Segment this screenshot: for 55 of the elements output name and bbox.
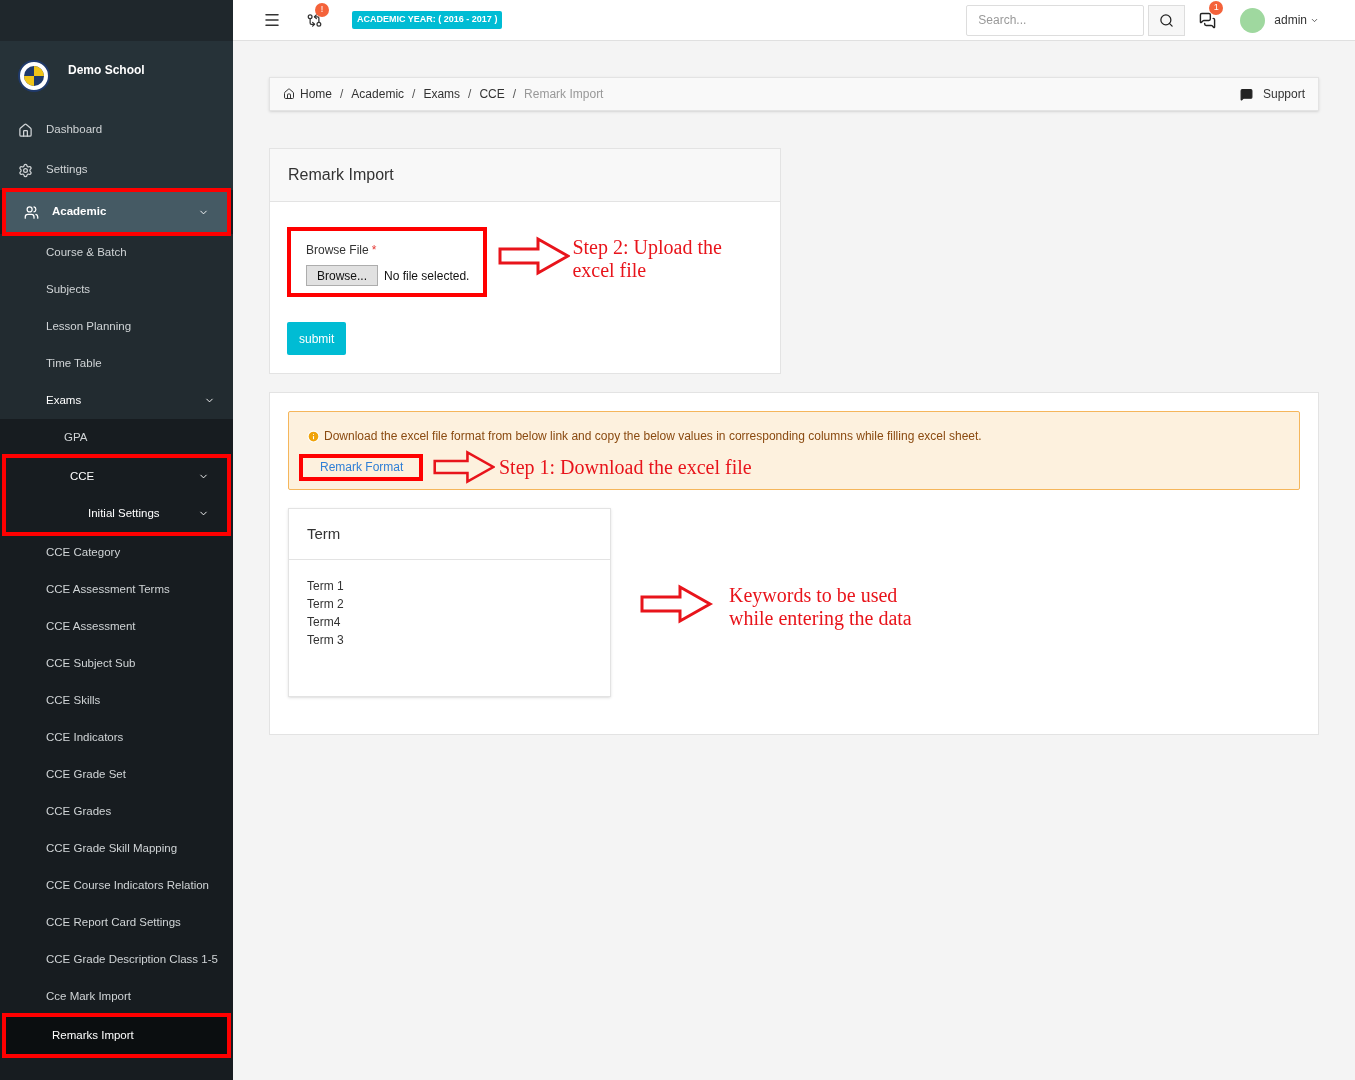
- panel-title: Term: [289, 509, 610, 560]
- annotation-text: Step 1: Download the excel file: [499, 455, 752, 479]
- sidebar-item[interactable]: Course & Batch: [0, 234, 233, 271]
- breadcrumb-separator: /: [468, 86, 472, 103]
- arrow-icon: [498, 236, 571, 276]
- search-field[interactable]: Search...: [966, 4, 1145, 36]
- sidebar-item[interactable]: Subjects: [0, 271, 233, 308]
- message-badge: 1: [1209, 0, 1224, 15]
- breadcrumb-separator: /: [340, 86, 344, 103]
- annotation-text: Step 2: Upload the excel file: [572, 236, 723, 282]
- support-link[interactable]: Support: [1262, 85, 1305, 103]
- arrow-icon: [433, 447, 495, 487]
- info-icon: [307, 429, 320, 443]
- required-mark: *: [371, 242, 377, 259]
- user-menu[interactable]: admin: [1274, 11, 1319, 29]
- notification-badge: !: [315, 2, 329, 17]
- file-status: No file selected.: [384, 267, 470, 285]
- breadcrumb-link[interactable]: Academic: [351, 85, 405, 103]
- home-icon: [283, 88, 295, 100]
- breadcrumb-link[interactable]: CCE: [479, 85, 505, 103]
- breadcrumb-link[interactable]: Exams: [423, 85, 461, 103]
- remark-format-link[interactable]: Remark Format: [299, 453, 423, 481]
- search-button[interactable]: [1148, 4, 1186, 36]
- term-item: Term 2: [307, 597, 345, 611]
- sidebar-item[interactable]: Remarks Import: [6, 1017, 227, 1054]
- search-icon: [1159, 12, 1175, 28]
- sidebar-item[interactable]: Academic: [6, 192, 227, 232]
- breadcrumb-separator: /: [412, 86, 416, 103]
- sidebar-item[interactable]: Settings: [0, 150, 233, 190]
- school-logo-icon: [18, 59, 50, 92]
- browse-button[interactable]: Browse...: [306, 265, 378, 286]
- sidebar-item[interactable]: Dashboard: [0, 110, 233, 150]
- school-name: Demo School: [68, 61, 145, 79]
- annotation-text: Keywords to be used while entering the data: [729, 584, 913, 630]
- term-item: Term 3: [307, 633, 345, 647]
- notice-text: Download the excel file format from below link and copy the below values in corresponding columns while filling excel sheet.: [324, 428, 982, 445]
- chat-icon[interactable]: [1199, 11, 1217, 29]
- compare-arrows-icon[interactable]: [307, 12, 322, 28]
- sidebar-item[interactable]: Lesson Planning: [0, 308, 233, 345]
- term-item: Term 1: [307, 579, 345, 593]
- academic-year-badge: ACADEMIC YEAR: ( 2016 - 2017 ): [352, 11, 503, 29]
- card-title: Remark Import: [270, 149, 780, 202]
- breadcrumb-link[interactable]: Home: [300, 85, 332, 103]
- chat-icon: [1239, 87, 1253, 101]
- field-label: Browse File: [306, 242, 369, 259]
- home-icon: [18, 122, 33, 138]
- breadcrumb-separator: /: [512, 86, 517, 103]
- sidebar-item[interactable]: Time Table: [0, 345, 233, 382]
- term-item: Term4: [307, 615, 342, 629]
- user-avatar: [1240, 7, 1266, 33]
- gear-icon: [18, 162, 33, 178]
- breadcrumb-current: Remark Import: [524, 86, 604, 103]
- menu-icon[interactable]: [263, 11, 281, 29]
- users-icon: [24, 204, 39, 220]
- sidebar-item[interactable]: Exams: [0, 382, 233, 419]
